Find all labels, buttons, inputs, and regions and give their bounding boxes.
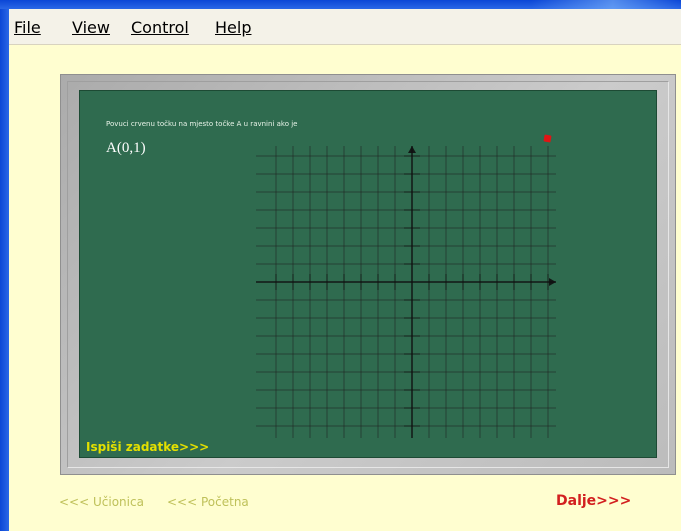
menu-item-help[interactable]: Help [215,18,251,38]
print-tasks-link[interactable]: Ispiši zadatke>>> [86,440,209,454]
menu-item-help-label: Help [215,18,252,37]
red-point-marker-icon[interactable] [543,134,552,143]
application-window: File View Control Help Povuci crvenu toč… [0,0,681,531]
lesson-area: Povuci crvenu točku na mjesto točke A u … [9,45,681,531]
point-label: A(0,1) [106,140,146,156]
menu-item-file-label: File [14,18,41,37]
coordinate-grid[interactable] [256,146,556,438]
chalkboard: Povuci crvenu točku na mjesto točke A u … [79,90,657,458]
window-top-accent [0,0,681,9]
menu-item-file[interactable]: File [14,18,41,38]
next-link[interactable]: Dalje>>> [556,493,631,509]
instruction-text: Povuci crvenu točku na mjesto točke A u … [106,120,298,128]
menu-item-control-label: Control [131,18,189,37]
menu-item-view-label: View [72,18,110,37]
classroom-link[interactable]: <<< Učionica [59,495,144,509]
home-link[interactable]: <<< Početna [167,495,249,509]
axes [256,146,556,438]
menu-item-control[interactable]: Control [131,18,189,38]
chalkboard-frame: Povuci crvenu točku na mjesto točke A u … [60,74,676,475]
menu-item-view[interactable]: View [72,18,110,38]
grid-lines [256,146,556,438]
menu-bar: File View Control Help [9,9,681,45]
window-left-border [0,9,9,531]
